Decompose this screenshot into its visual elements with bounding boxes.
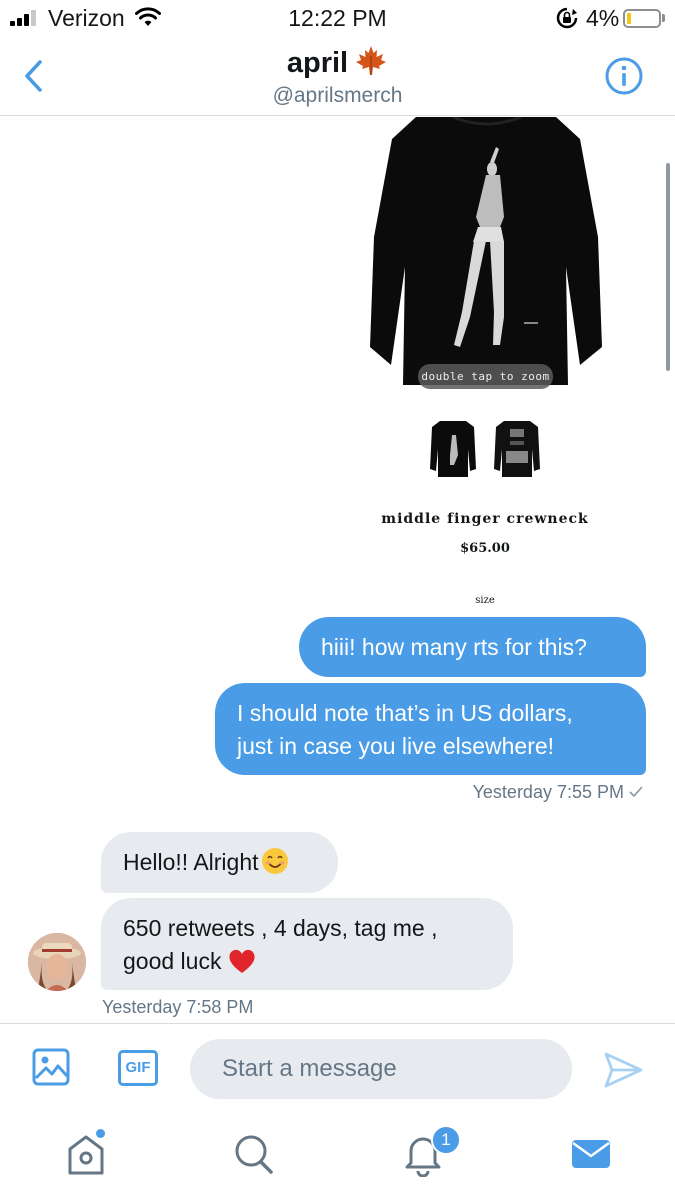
incoming-timestamp: Yesterday 7:58 PM — [102, 997, 254, 1017]
contact-handle: @aprilsmerch — [272, 84, 403, 107]
rotation-lock-icon — [556, 7, 578, 29]
sent-check-icon — [629, 786, 643, 798]
new-tweets-dot — [96, 1129, 105, 1138]
mail-icon[interactable] — [569, 1131, 613, 1177]
red-heart-icon — [229, 949, 256, 973]
message-input[interactable] — [190, 1039, 572, 1099]
product-price: $65.00 — [460, 541, 510, 556]
avatar-photo — [28, 933, 86, 991]
shared-product-image[interactable]: double tap to zoom middle finger crewnec… — [328, 117, 646, 616]
message-text: just in case you live elsewhere! — [237, 733, 555, 759]
conversation-title[interactable]: april — [0, 44, 675, 80]
incoming-message[interactable]: Hello!! Alright — [101, 832, 338, 893]
conversation-header: april @aprilsmerch — [0, 36, 675, 116]
size-label: size — [475, 595, 495, 606]
message-composer: GIF — [0, 1023, 675, 1113]
maple-leaf-icon — [356, 46, 387, 75]
scrollbar[interactable] — [666, 163, 670, 371]
status-bar: Verizon 12:22 PM 4% — [0, 0, 675, 36]
message-text: Hello!! Alright — [123, 846, 316, 879]
outgoing-message[interactable]: hiii! how many rts for this? — [299, 617, 646, 677]
gif-button[interactable]: GIF — [118, 1050, 158, 1086]
battery-icon — [623, 9, 661, 28]
outgoing-message[interactable]: I should note that’s in US dollars, just… — [215, 683, 646, 775]
incoming-message[interactable]: 650 retweets , 4 days, tag me , good luc… — [101, 898, 513, 990]
info-icon[interactable] — [604, 56, 644, 96]
contact-name: april — [286, 47, 349, 79]
avatar[interactable] — [28, 933, 86, 991]
message-text: good luck — [123, 945, 491, 978]
battery-tip — [662, 14, 665, 22]
tab-bar: 1 — [0, 1113, 675, 1200]
crewneck-main-image[interactable] — [328, 117, 646, 392]
smiling-face-icon — [261, 848, 288, 874]
outgoing-timestamp: Yesterday 7:55 PM — [472, 782, 624, 802]
product-name: middle finger crewneck — [381, 511, 589, 527]
send-icon[interactable] — [603, 1051, 643, 1089]
notification-badge: 1 — [431, 1125, 461, 1155]
battery-percent: 4% — [586, 5, 620, 31]
message-text: hiii! how many rts for this? — [321, 634, 587, 660]
thumbnail-front[interactable] — [428, 419, 478, 479]
search-icon[interactable] — [232, 1131, 276, 1177]
message-text: I should note that’s in US dollars, — [237, 700, 573, 726]
image-icon[interactable] — [32, 1048, 70, 1086]
message-text: 650 retweets , 4 days, tag me , — [123, 915, 438, 941]
zoom-hint: double tap to zoom — [418, 364, 553, 389]
thumbnail-back[interactable] — [492, 419, 542, 479]
